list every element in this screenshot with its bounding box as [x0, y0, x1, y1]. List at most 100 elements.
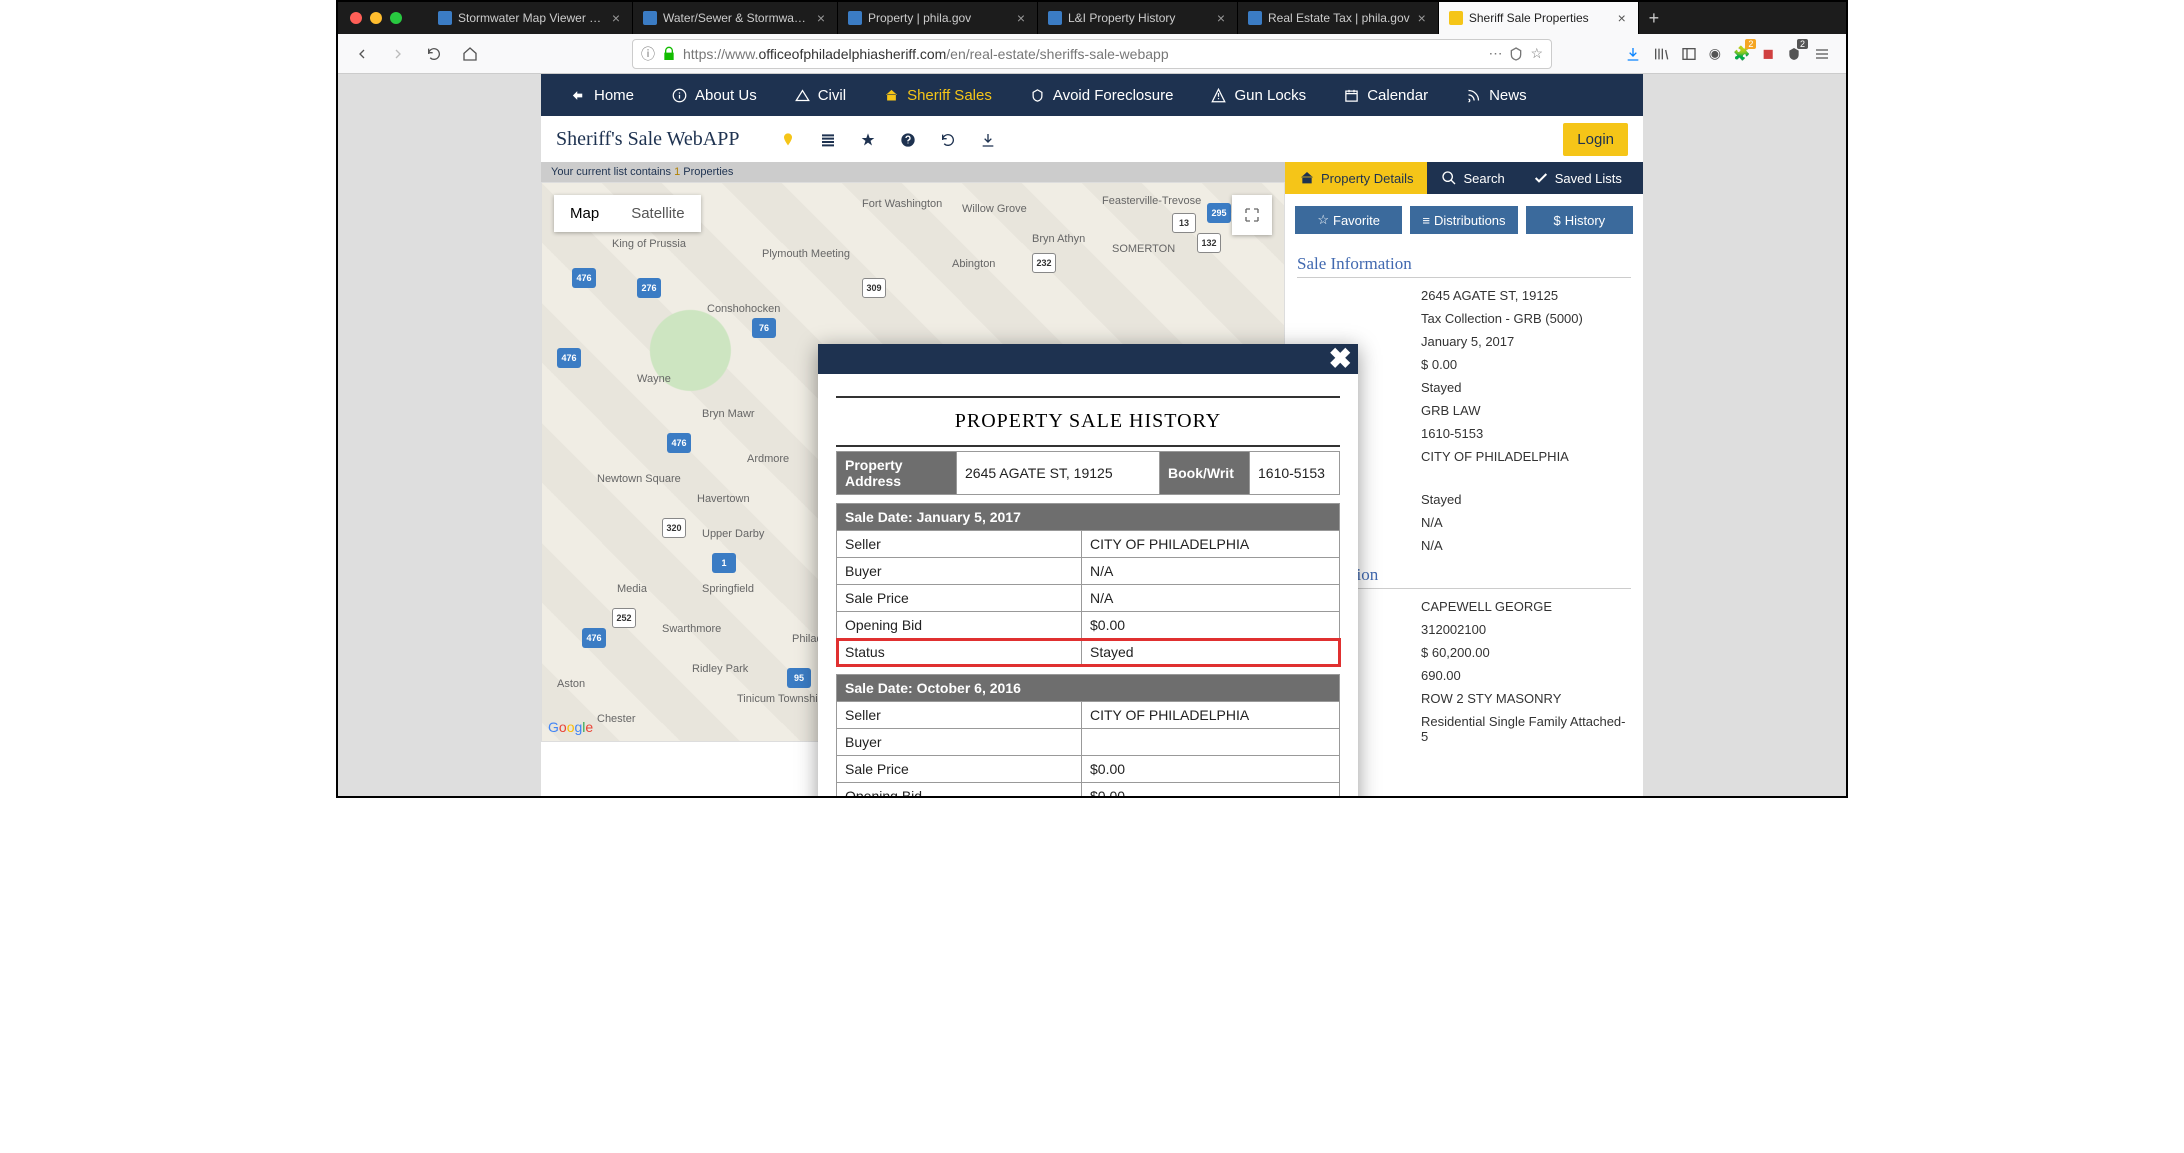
modal-header-table: Property Address2645 AGATE ST, 19125Book… — [836, 451, 1340, 495]
map-label: Ardmore — [747, 453, 789, 465]
info-row: Tax Collection - GRB (5000) — [1297, 307, 1631, 330]
library-icon[interactable] — [1653, 45, 1669, 62]
tab-label: Property | phila.gov — [868, 11, 1009, 25]
route-shield: 476 — [582, 628, 606, 648]
route-shield: 76 — [752, 318, 776, 338]
route-shield: 476 — [557, 348, 581, 368]
nav-civil[interactable]: Civil — [795, 87, 846, 104]
close-window[interactable] — [350, 12, 362, 24]
favicon — [1449, 11, 1463, 25]
sidebar-icon[interactable] — [1681, 45, 1697, 62]
tab-close-icon[interactable]: × — [1416, 10, 1428, 26]
browser-tabs: Stormwater Map Viewer | Philadel×Water/S… — [338, 2, 1846, 34]
sale-table-1: Sale Date: January 5, 2017 SellerCITY OF… — [836, 503, 1340, 666]
tab-property-details[interactable]: Property Details — [1285, 162, 1427, 194]
map-label: Ridley Park — [692, 663, 748, 675]
map-label: Bryn Mawr — [702, 408, 755, 420]
star-icon[interactable] — [857, 130, 879, 147]
extension-1-icon[interactable]: 🧩2 — [1733, 45, 1750, 62]
route-shield: 232 — [1032, 253, 1056, 273]
minimize-window[interactable] — [370, 12, 382, 24]
info-row: 2645 AGATE ST, 19125 — [1297, 284, 1631, 307]
list-icon[interactable] — [817, 130, 839, 147]
map-label: Abington — [952, 258, 995, 270]
tab-close-icon[interactable]: × — [1015, 10, 1027, 26]
nav-news[interactable]: News — [1466, 87, 1527, 104]
bookmark-star-icon[interactable]: ☆ — [1530, 45, 1543, 62]
reader-icon[interactable] — [1508, 45, 1524, 62]
tab-saved-lists[interactable]: Saved Lists — [1519, 162, 1636, 194]
modal-close-button[interactable]: ✖ — [1329, 344, 1352, 374]
route-shield: 132 — [1197, 233, 1221, 253]
nav-home[interactable]: Home — [571, 87, 634, 104]
tab-close-icon[interactable]: × — [815, 10, 827, 26]
tab-close-icon[interactable]: × — [1616, 10, 1628, 26]
tab-close-icon[interactable]: × — [1215, 10, 1227, 26]
route-shield: 476 — [572, 268, 596, 288]
list-info-bar: Your current list contains 1 Properties — [541, 162, 1285, 182]
new-tab-button[interactable]: + — [1639, 2, 1669, 34]
tab-label: L&I Property History — [1068, 11, 1209, 25]
more-icon[interactable]: ⋯ — [1488, 45, 1502, 62]
info-icon: ⓘ — [641, 44, 655, 64]
browser-tab[interactable]: Water/Sewer & Stormwater Bill× — [633, 2, 838, 34]
window-controls — [350, 12, 402, 24]
extension-3-icon[interactable]: 2 — [1786, 45, 1802, 62]
tab-label: Sheriff Sale Properties — [1469, 11, 1610, 25]
lock-icon — [661, 45, 677, 62]
forward-button[interactable] — [384, 40, 412, 68]
home-button[interactable] — [456, 40, 484, 68]
pin-icon[interactable] — [777, 130, 799, 147]
map-label: Aston — [557, 678, 585, 690]
map-type-satellite[interactable]: Satellite — [615, 195, 700, 232]
distributions-button[interactable]: ≡ Distributions — [1410, 206, 1517, 234]
back-button[interactable] — [348, 40, 376, 68]
browser-tab[interactable]: Sheriff Sale Properties × — [1439, 2, 1639, 34]
browser-tab[interactable]: Real Estate Tax | phila.gov× — [1238, 2, 1439, 34]
browser-tab[interactable]: Stormwater Map Viewer | Philadel × — [428, 2, 633, 34]
nav-about[interactable]: About Us — [672, 87, 757, 104]
sync-icon[interactable]: ◉ — [1709, 45, 1721, 62]
map-label: Chester — [597, 713, 636, 725]
url-bar: ⓘ https://www.officeofphiladelphiasherif… — [338, 34, 1846, 74]
map-label: Media — [617, 583, 647, 595]
download-icon[interactable] — [977, 130, 999, 147]
highlighted-status-row: StatusStayed — [837, 639, 1340, 666]
favorite-button[interactable]: ☆Favorite — [1295, 206, 1402, 234]
map-label: Swarthmore — [662, 623, 721, 635]
refresh-icon[interactable] — [937, 130, 959, 147]
modal-header: ✖ — [818, 344, 1358, 374]
maximize-window[interactable] — [390, 12, 402, 24]
extension-2-icon[interactable]: ◼ — [1762, 45, 1774, 62]
history-button[interactable]: $ History — [1526, 206, 1633, 234]
login-button[interactable]: Login — [1563, 123, 1628, 156]
tab-search[interactable]: Search — [1427, 162, 1518, 194]
history-modal: ✖ PROPERTY SALE HISTORY Property Address… — [818, 344, 1358, 796]
map-label: King of Prussia — [612, 238, 686, 250]
download-icon[interactable] — [1625, 45, 1641, 62]
nav-calendar[interactable]: Calendar — [1344, 87, 1428, 104]
map-type-map[interactable]: Map — [554, 195, 615, 232]
reload-button[interactable] — [420, 40, 448, 68]
nav-gun-locks[interactable]: Gun Locks — [1211, 87, 1306, 104]
route-shield: 309 — [862, 278, 886, 298]
address-field[interactable]: ⓘ https://www.officeofphiladelphiasherif… — [632, 39, 1552, 69]
browser-tab[interactable]: Property | phila.gov × — [838, 2, 1038, 34]
nav-avoid-foreclosure[interactable]: Avoid Foreclosure — [1030, 87, 1174, 104]
menu-icon[interactable] — [1814, 45, 1830, 62]
google-logo: Google — [548, 719, 593, 735]
help-icon[interactable] — [897, 130, 919, 147]
map-label: Fort Washington — [862, 198, 942, 210]
map-label: Newtown Square — [597, 473, 681, 485]
map-label: Willow Grove — [962, 203, 1027, 215]
favicon — [848, 11, 862, 25]
browser-tab[interactable]: L&I Property History × — [1038, 2, 1238, 34]
tab-label: Stormwater Map Viewer | Philadel — [458, 11, 604, 25]
tab-close-icon[interactable]: × — [610, 10, 622, 26]
map-label: Bryn Athyn — [1032, 233, 1085, 245]
favicon — [438, 11, 452, 25]
favicon — [643, 11, 657, 25]
fullscreen-button[interactable] — [1232, 195, 1272, 235]
route-shield: 252 — [612, 608, 636, 628]
nav-sheriff-sales[interactable]: Sheriff Sales — [884, 87, 992, 104]
